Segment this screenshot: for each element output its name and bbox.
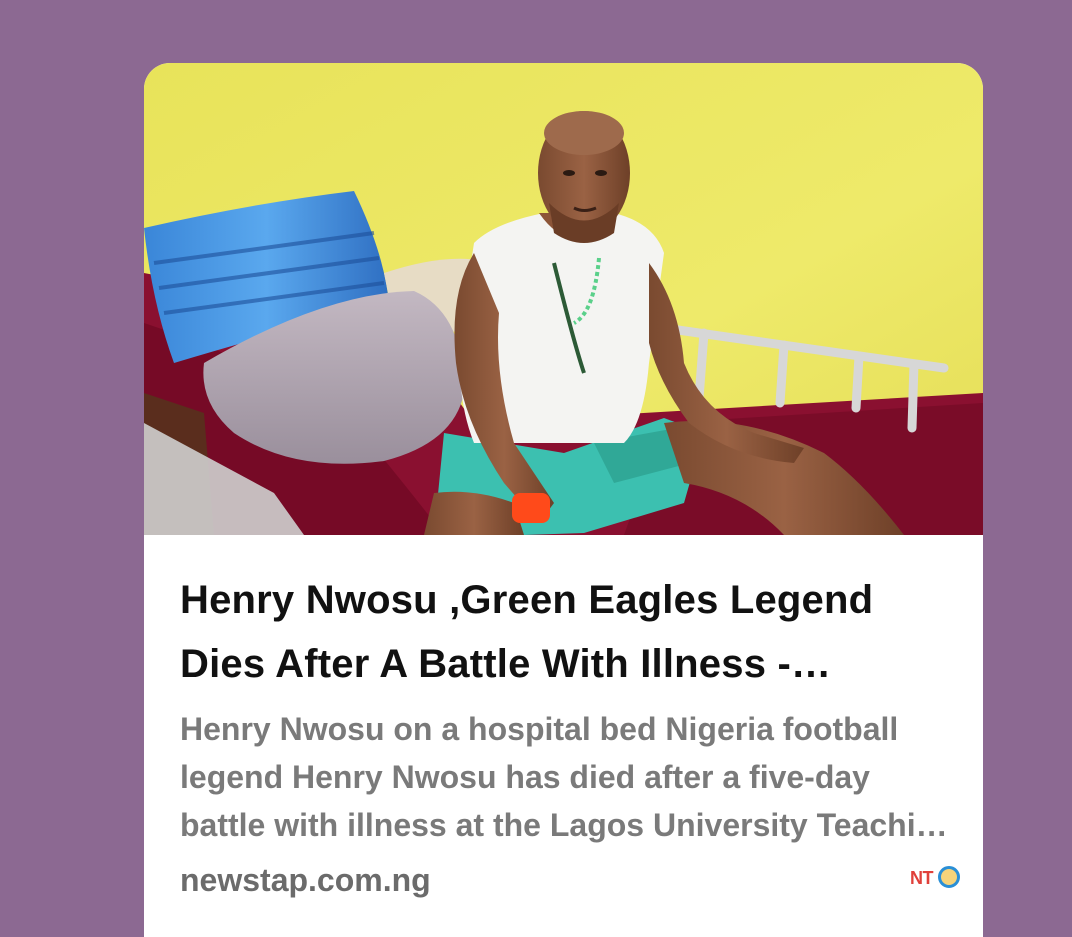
favicon-badge-icon	[938, 866, 960, 888]
favicon-label: NT	[910, 868, 934, 888]
source-domain: newstap.com.ng	[180, 862, 431, 898]
hospital-bed-photo	[144, 63, 983, 535]
article-description: Henry Nwosu on a hospital bed Nigeria fo…	[180, 711, 955, 843]
article-image[interactable]	[144, 63, 983, 535]
article-title[interactable]: Henry Nwosu ,Green Eagles Legend Dies Af…	[180, 568, 960, 696]
link-preview-card[interactable]: Henry Nwosu ,Green Eagles Legend Dies Af…	[144, 63, 983, 937]
site-favicon-icon: NT	[910, 866, 960, 892]
